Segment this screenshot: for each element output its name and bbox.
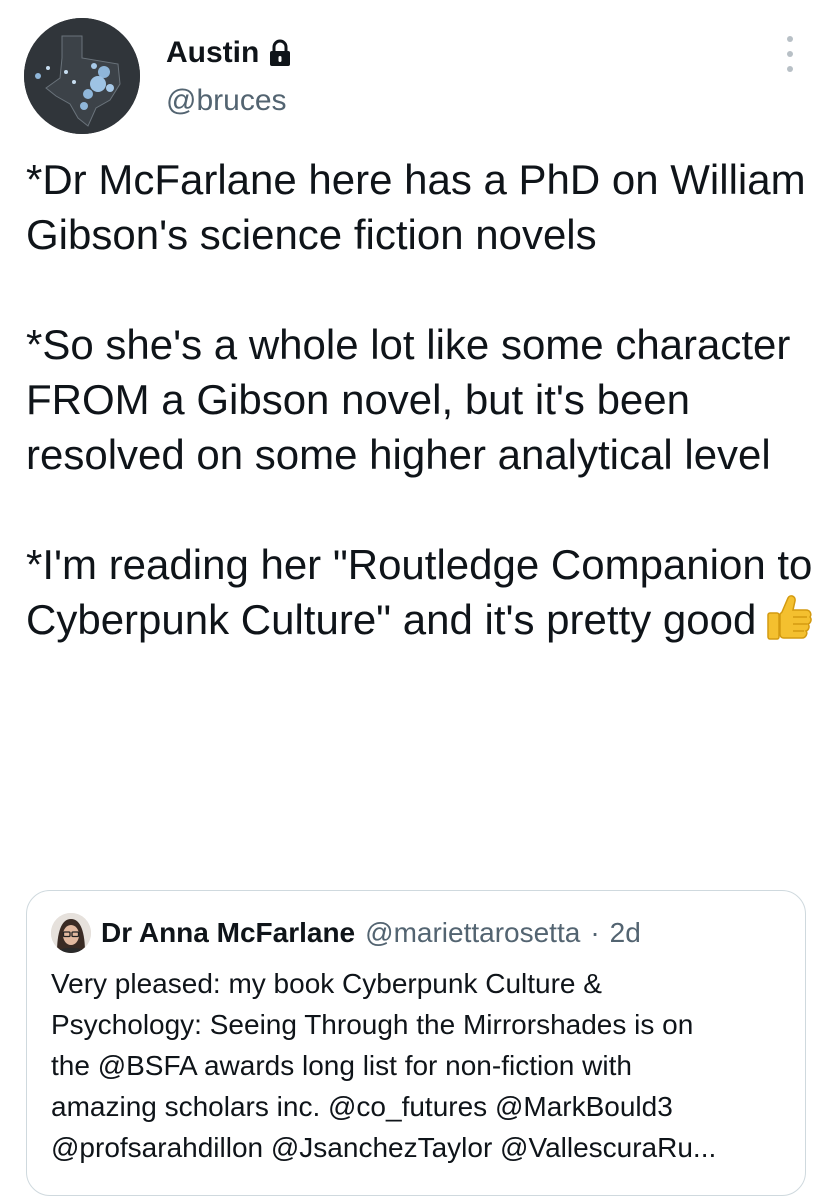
quoted-tweet-line: the @BSFA awards long list for non-ficti… <box>51 1050 632 1081</box>
author-name[interactable]: Austin <box>166 34 293 72</box>
quoted-tweet-line: @profsarahdillon @JsanchezTaylor @Valles… <box>51 1132 717 1163</box>
author-avatar[interactable] <box>24 18 140 134</box>
quoted-tweet-line: Psychology: Seeing Through the Mirrorsha… <box>51 1009 694 1040</box>
more-options-icon[interactable] <box>780 36 800 72</box>
quoted-author-name[interactable]: Dr Anna McFarlane <box>101 915 355 951</box>
tweet-paragraph-text: *I'm reading her "Routledge Companion to… <box>26 541 813 643</box>
thumbs-up-emoji-icon <box>767 595 813 640</box>
person-avatar-icon <box>51 913 91 953</box>
author-display-name[interactable]: Austin <box>166 34 259 72</box>
quoted-tweet-text: Very pleased: my book Cyberpunk Culture … <box>51 963 791 1168</box>
tweet-text: *Dr McFarlane here has a PhD on William … <box>26 152 816 647</box>
quoted-author-handle[interactable]: @mariettarosetta <box>365 915 580 951</box>
quoted-tweet-line: amazing scholars inc. @co_futures @MarkB… <box>51 1091 673 1122</box>
quoted-author-avatar[interactable] <box>51 913 91 953</box>
tweet-paragraph: *So she's a whole lot like some characte… <box>26 321 791 478</box>
quoted-tweet-card[interactable]: Dr Anna McFarlane @mariettarosetta · 2d … <box>26 890 806 1196</box>
texas-map-avatar-icon <box>24 18 140 134</box>
tweet-paragraph: *I'm reading her "Routledge Companion to… <box>26 537 816 647</box>
author-handle[interactable]: @bruces <box>166 82 287 120</box>
quoted-tweet-time[interactable]: 2d <box>610 915 641 951</box>
tweet-paragraph: *Dr McFarlane here has a PhD on William … <box>26 156 806 258</box>
quoted-tweet-line: Very pleased: my book Cyberpunk Culture … <box>51 968 602 999</box>
meta-separator: · <box>590 917 600 948</box>
quoted-tweet-header: Dr Anna McFarlane @mariettarosetta · 2d <box>51 913 641 953</box>
lock-icon <box>270 39 291 66</box>
